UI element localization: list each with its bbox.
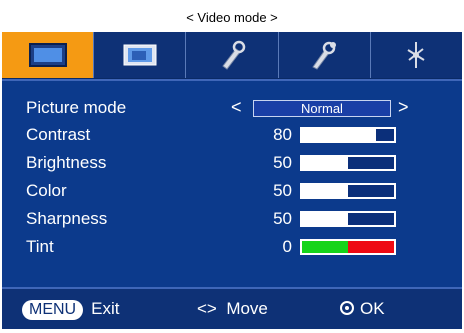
ok-label: OK: [360, 299, 385, 318]
brightness-label: Brightness: [26, 153, 107, 172]
inner-screen-icon: [123, 44, 157, 66]
wrench-icon: [222, 40, 246, 70]
picture-mode-label: Picture mode: [26, 98, 127, 117]
color-value: 50: [273, 181, 292, 200]
tab-setup[interactable]: [371, 32, 462, 78]
ok-hint[interactable]: OK: [340, 299, 385, 319]
brightness-slider[interactable]: [300, 155, 396, 171]
brightness-row[interactable]: Brightness 50: [26, 151, 446, 175]
left-arrow-button[interactable]: <: [231, 97, 242, 118]
color-row[interactable]: Color 50: [26, 179, 446, 203]
contrast-slider[interactable]: [300, 127, 396, 143]
contrast-label: Contrast: [26, 125, 91, 144]
tools-icon: [312, 41, 337, 70]
ok-button-icon: [340, 301, 354, 315]
tint-red-segment: [348, 241, 394, 253]
picture-mode-row[interactable]: Picture mode < Normal >: [26, 96, 446, 120]
tab-screen[interactable]: [94, 32, 187, 78]
footer-bar: MENU Exit <> Move OK: [2, 287, 462, 329]
color-slider[interactable]: [300, 183, 396, 199]
move-arrows-icon: <>: [197, 299, 217, 318]
move-hint: <> Move: [197, 299, 268, 319]
pointer-icon: [407, 42, 425, 68]
tab-video[interactable]: [2, 32, 95, 78]
sharpness-label: Sharpness: [26, 209, 108, 228]
move-label: Move: [226, 299, 268, 318]
screen-icon: [28, 43, 67, 67]
sharpness-slider-fill: [302, 213, 348, 225]
brightness-slider-fill: [302, 157, 348, 169]
settings-panel: Picture mode < Normal > Contrast 80 Brig…: [2, 79, 462, 287]
right-arrow-button[interactable]: >: [398, 97, 409, 118]
picture-mode-selector[interactable]: < Normal >: [231, 97, 421, 119]
tint-label: Tint: [26, 237, 54, 256]
picture-mode-value: Normal: [253, 100, 391, 117]
tint-value: 0: [282, 237, 292, 256]
tab-tool[interactable]: [186, 32, 279, 78]
sharpness-slider[interactable]: [300, 211, 396, 227]
color-slider-fill: [302, 185, 348, 197]
sharpness-row[interactable]: Sharpness 50: [26, 207, 446, 231]
menu-caption: < Video mode >: [186, 10, 278, 25]
tint-green-segment: [302, 241, 348, 253]
tint-row[interactable]: Tint 0: [26, 235, 446, 259]
menu-key-badge[interactable]: MENU: [22, 300, 84, 320]
contrast-row[interactable]: Contrast 80: [26, 123, 446, 147]
tab-option[interactable]: [279, 32, 371, 78]
exit-label: Exit: [91, 299, 120, 318]
brightness-value: 50: [273, 153, 292, 172]
exit-hint[interactable]: MENU Exit: [22, 299, 119, 320]
tint-slider[interactable]: [300, 239, 396, 255]
contrast-value: 80: [273, 125, 292, 144]
contrast-slider-fill: [302, 129, 376, 141]
sharpness-value: 50: [273, 209, 292, 228]
color-label: Color: [26, 181, 67, 200]
menu-tabs: [2, 32, 462, 80]
